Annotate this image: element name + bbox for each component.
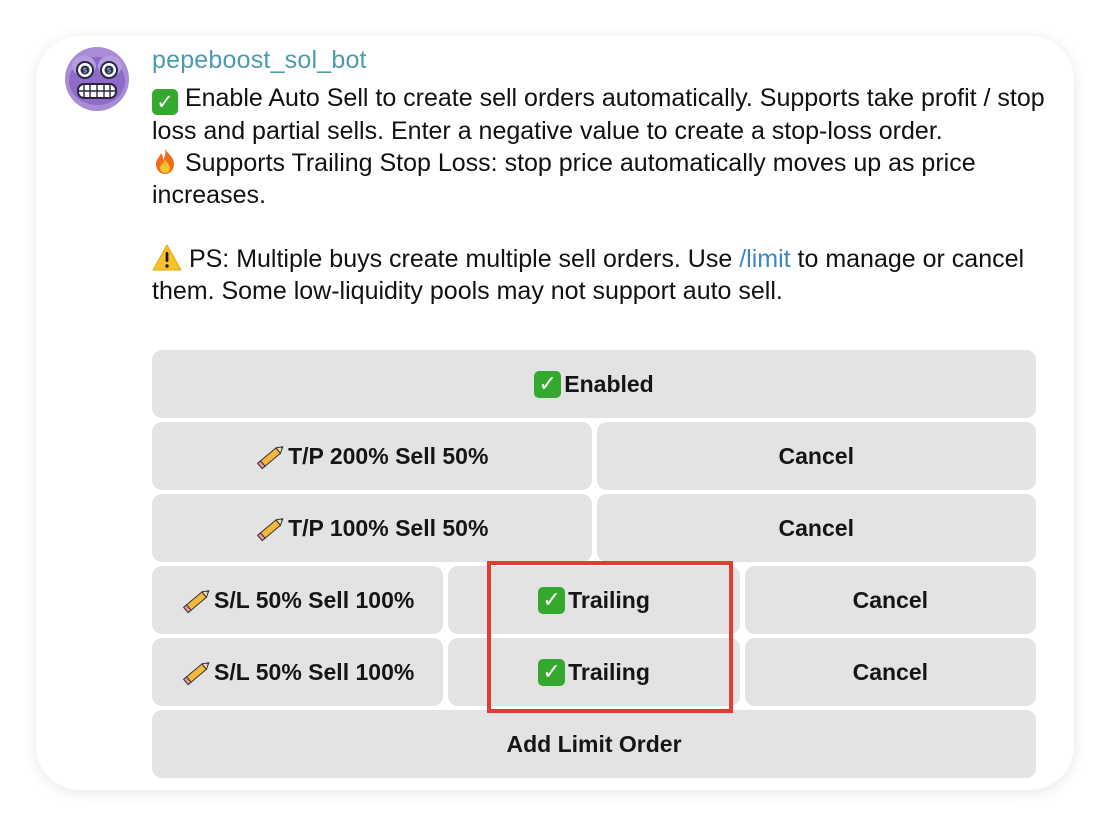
edit-sl-1-button[interactable]: S/L 50% Sell 100% bbox=[152, 566, 444, 634]
check-icon: ✓ bbox=[538, 658, 566, 686]
svg-text:S: S bbox=[83, 68, 87, 75]
add-limit-order-button[interactable]: Add Limit Order bbox=[152, 710, 1036, 778]
pencil-icon bbox=[182, 662, 210, 686]
keyboard-row-sl-1: S/L 50% Sell 100% ✓ Trailing Cancel bbox=[152, 566, 1036, 634]
trailing-text: Supports Trailing Stop Loss: stop price … bbox=[152, 149, 976, 209]
sl-1-label: S/L 50% Sell 100% bbox=[214, 586, 415, 613]
keyboard-row-enabled: ✓ Enabled bbox=[152, 350, 1036, 418]
auto-sell-text: Enable Auto Sell to create sell orders a… bbox=[152, 84, 1045, 145]
keyboard-row-tp-100: T/P 100% Sell 50% Cancel bbox=[152, 494, 1036, 562]
pencil-icon bbox=[256, 518, 284, 542]
cancel-tp-100-button[interactable]: Cancel bbox=[596, 494, 1036, 562]
message-paragraph-trailing: Supports Trailing Stop Loss: stop price … bbox=[152, 147, 1047, 211]
check-icon: ✓ bbox=[152, 89, 178, 115]
tp-100-label: T/P 100% Sell 50% bbox=[288, 514, 489, 541]
svg-text:S: S bbox=[107, 68, 111, 75]
keyboard-row-sl-2: S/L 50% Sell 100% ✓ Trailing Cancel bbox=[152, 638, 1036, 706]
message-paragraph-ps: PS: Multiple buys create multiple sell o… bbox=[152, 243, 1047, 307]
edit-tp-200-button[interactable]: T/P 200% Sell 50% bbox=[152, 422, 592, 490]
pepe-avatar-icon[interactable]: S S bbox=[64, 46, 130, 112]
keyboard-row-tp-200: T/P 200% Sell 50% Cancel bbox=[152, 422, 1036, 490]
edit-sl-2-button[interactable]: S/L 50% Sell 100% bbox=[152, 638, 444, 706]
inline-keyboard: ✓ Enabled T/P 200% Sell 50% Cancel T/P 1… bbox=[152, 350, 1036, 782]
trailing-2-label: Trailing bbox=[568, 658, 650, 685]
tp-200-label: T/P 200% Sell 50% bbox=[288, 442, 489, 469]
warning-icon bbox=[152, 244, 182, 271]
ps-text-prefix: PS: Multiple buys create multiple sell o… bbox=[188, 245, 740, 273]
cancel-sl-2-button[interactable]: Cancel bbox=[744, 638, 1036, 706]
sl-2-label: S/L 50% Sell 100% bbox=[214, 658, 415, 685]
limit-command-link[interactable]: /limit bbox=[739, 245, 790, 273]
enabled-label: Enabled bbox=[564, 370, 654, 397]
message-body: ✓ Enable Auto Sell to create sell orders… bbox=[152, 82, 1047, 307]
enabled-toggle-button[interactable]: ✓ Enabled bbox=[152, 350, 1036, 418]
check-icon: ✓ bbox=[534, 370, 562, 398]
trailing-2-toggle-button[interactable]: ✓ Trailing bbox=[448, 638, 740, 706]
fire-icon bbox=[156, 148, 174, 174]
trailing-1-toggle-button[interactable]: ✓ Trailing bbox=[448, 566, 740, 634]
edit-tp-100-button[interactable]: T/P 100% Sell 50% bbox=[152, 494, 592, 562]
pencil-icon bbox=[256, 446, 284, 470]
cancel-sl-1-button[interactable]: Cancel bbox=[744, 566, 1036, 634]
keyboard-row-add-limit: Add Limit Order bbox=[152, 710, 1036, 778]
message-paragraph-auto-sell: ✓ Enable Auto Sell to create sell orders… bbox=[152, 82, 1047, 147]
cancel-tp-200-button[interactable]: Cancel bbox=[596, 422, 1036, 490]
sender-name[interactable]: pepeboost_sol_bot bbox=[152, 46, 367, 75]
pencil-icon bbox=[182, 590, 210, 614]
check-icon: ✓ bbox=[538, 586, 566, 614]
trailing-1-label: Trailing bbox=[568, 586, 650, 613]
